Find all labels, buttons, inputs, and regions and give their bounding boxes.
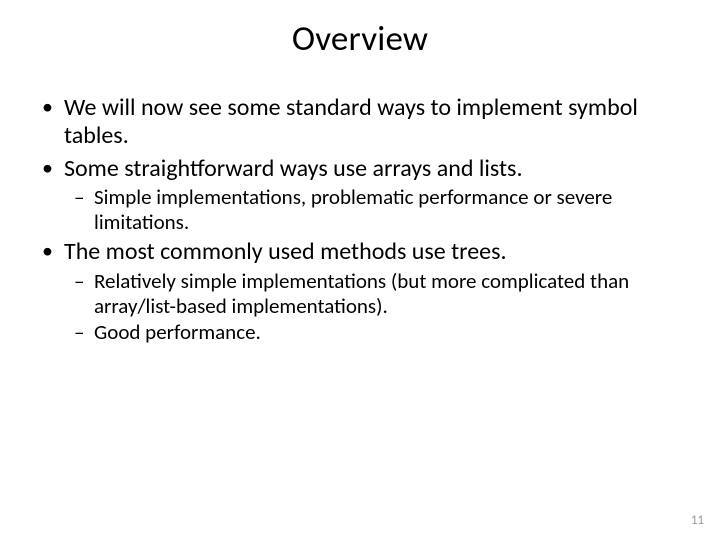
bullet-item: We will now see some standard ways to im… bbox=[64, 94, 686, 151]
sub-bullet-list: Simple implementations, problematic perf… bbox=[64, 185, 686, 235]
slide-title: Overview bbox=[34, 18, 686, 60]
bullet-text: The most commonly used methods use trees… bbox=[64, 237, 507, 266]
bullet-text: Some straightforward ways use arrays and… bbox=[64, 154, 523, 183]
page-number: 11 bbox=[691, 513, 704, 528]
sub-bullet-item: Relatively simple implementations (but m… bbox=[94, 269, 686, 319]
bullet-text: We will now see some standard ways to im… bbox=[64, 93, 638, 150]
bullet-list: We will now see some standard ways to im… bbox=[34, 94, 686, 345]
bullet-item: Some straightforward ways use arrays and… bbox=[64, 155, 686, 235]
sub-bullet-item: Simple implementations, problematic perf… bbox=[94, 185, 686, 235]
sub-bullet-text: Relatively simple implementations (but m… bbox=[94, 268, 629, 319]
sub-bullet-text: Good performance. bbox=[94, 319, 261, 345]
slide: Overview We will now see some standard w… bbox=[0, 0, 720, 540]
sub-bullet-text: Simple implementations, problematic perf… bbox=[94, 184, 612, 235]
bullet-item: The most commonly used methods use trees… bbox=[64, 238, 686, 345]
sub-bullet-item: Good performance. bbox=[94, 320, 686, 345]
sub-bullet-list: Relatively simple implementations (but m… bbox=[64, 269, 686, 345]
